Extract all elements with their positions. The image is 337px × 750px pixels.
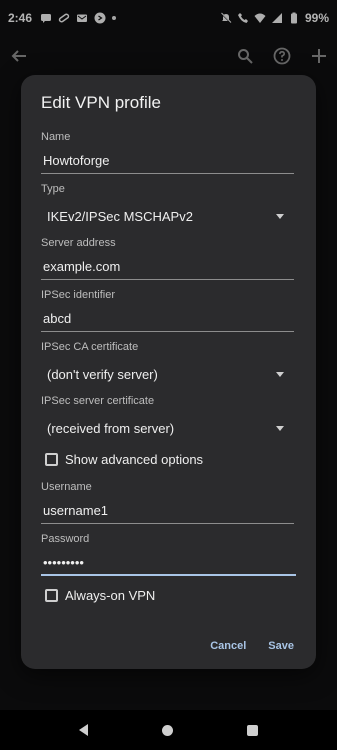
server-cert-dropdown[interactable]: (received from server) [41,417,294,440]
password-label: Password [41,533,90,545]
dropdown-arrow-icon [276,426,284,431]
password-group: Password ••••••••• [41,533,296,576]
type-dropdown[interactable]: IKEv2/IPSec MSCHAPv2 [41,205,294,228]
server-cert-group: IPSec server certificate (received from … [41,395,296,440]
username-label: Username [41,481,92,493]
ca-cert-label: IPSec CA certificate [41,341,139,353]
always-on-label: Always-on VPN [65,588,156,603]
navigation-bar [0,710,337,750]
type-label: Type [41,183,65,195]
edit-vpn-dialog: Edit VPN profile Name Howtoforge Type IK… [21,75,316,669]
show-advanced-checkbox[interactable] [45,453,58,466]
name-group: Name Howtoforge [41,131,296,174]
server-address-label: Server address [41,237,116,249]
nav-recents-icon[interactable] [247,724,258,736]
server-cert-label: IPSec server certificate [41,395,155,407]
ca-cert-value: (don't verify server) [47,367,158,382]
ipsec-identifier-label: IPSec identifier [41,289,115,301]
ipsec-identifier-input[interactable]: abcd [41,309,294,332]
nav-home-icon[interactable] [162,724,173,736]
name-label: Name [41,131,71,143]
username-group: Username username1 [41,481,296,524]
name-input[interactable]: Howtoforge [41,151,294,174]
server-address-input[interactable]: example.com [41,257,294,280]
always-on-row[interactable]: Always-on VPN [45,588,296,603]
type-value: IKEv2/IPSec MSCHAPv2 [47,209,193,224]
username-input[interactable]: username1 [41,501,294,524]
show-advanced-label: Show advanced options [65,452,204,467]
save-button[interactable]: Save [268,640,294,652]
ca-cert-group: IPSec CA certificate (don't verify serve… [41,341,296,386]
always-on-checkbox[interactable] [45,589,58,602]
dropdown-arrow-icon [276,372,284,377]
server-group: Server address example.com [41,237,296,280]
ipsec-identifier-group: IPSec identifier abcd [41,289,296,332]
show-advanced-row[interactable]: Show advanced options [45,452,296,467]
server-cert-value: (received from server) [47,421,175,436]
type-group: Type IKEv2/IPSec MSCHAPv2 [41,183,296,228]
cancel-button[interactable]: Cancel [210,640,246,652]
ca-cert-dropdown[interactable]: (don't verify server) [41,363,294,386]
nav-back-icon[interactable] [79,724,88,736]
dialog-actions: Cancel Save [210,640,294,652]
dialog-title: Edit VPN profile [41,93,161,112]
dropdown-arrow-icon [276,214,284,219]
password-input[interactable]: ••••••••• [41,553,296,576]
